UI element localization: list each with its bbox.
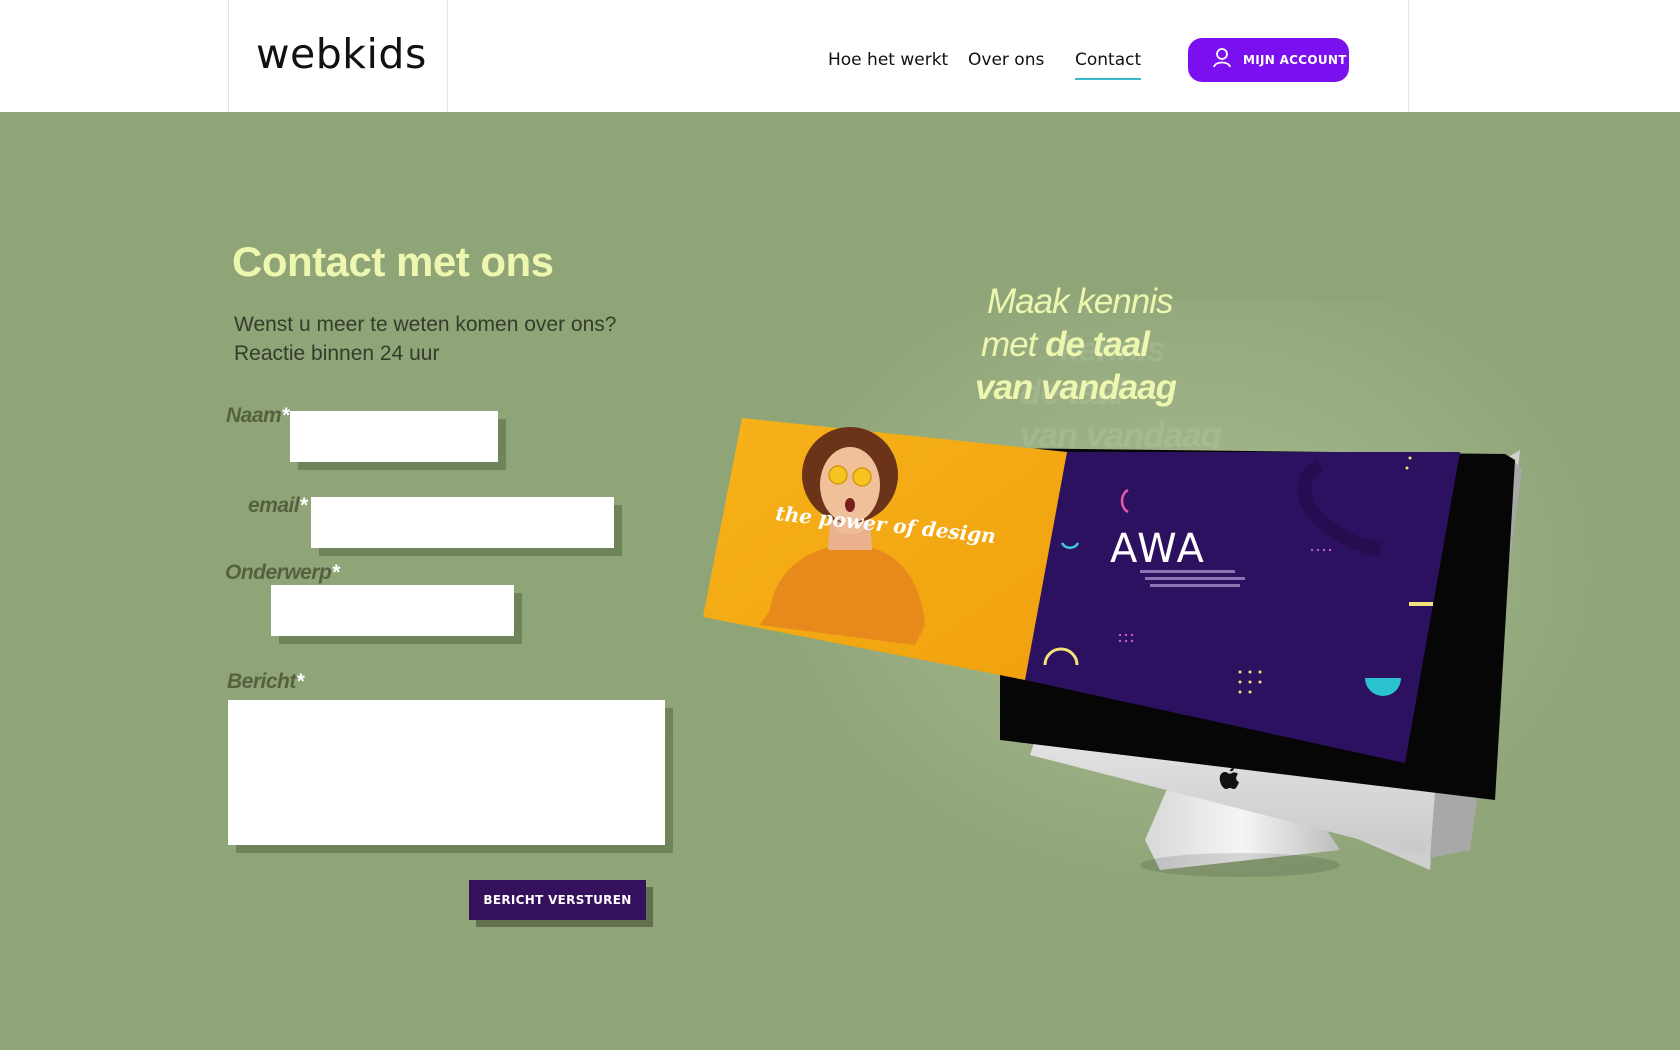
tagline-line-1: Maak kennis — [987, 282, 1173, 321]
email-input[interactable] — [311, 497, 614, 548]
email-label-text: email — [248, 494, 300, 517]
onderwerp-field[interactable] — [271, 585, 522, 644]
naam-field[interactable] — [290, 411, 506, 470]
onderwerp-input[interactable] — [271, 585, 514, 636]
design-slide: the power of design — [703, 418, 1067, 680]
required-marker: * — [281, 404, 289, 427]
naam-label: Naam* — [226, 404, 289, 428]
subtitle-line-2: Reactie binnen 24 uur — [234, 342, 440, 365]
bericht-textarea[interactable] — [228, 700, 665, 845]
email-label: email* — [248, 494, 307, 518]
bericht-label: Bericht* — [227, 670, 304, 694]
required-marker: * — [299, 494, 307, 517]
submit-button-label: BERICHT VERSTUREN — [469, 880, 646, 920]
logo-container[interactable]: webkids — [228, 0, 448, 112]
account-button[interactable]: MIJN ACCOUNT — [1188, 38, 1349, 82]
page-title: Contact met ons — [232, 238, 554, 285]
subtitle-line-1: Wenst u meer te weten komen over ons? — [234, 313, 617, 336]
email-field[interactable] — [311, 497, 622, 556]
bericht-label-text: Bericht — [227, 670, 296, 693]
nav-over-ons[interactable]: Over ons — [968, 50, 1044, 70]
site-header: webkids Hoe het werkt Over ons Contact M… — [0, 0, 1680, 112]
logo[interactable]: webkids — [256, 30, 427, 78]
contact-subtitle: Wenst u meer te weten komen over ons? Re… — [234, 310, 616, 368]
nav-contact[interactable]: Contact — [1075, 50, 1142, 80]
bericht-field[interactable] — [228, 700, 673, 853]
tagline-prefix: met — [981, 325, 1037, 364]
onderwerp-label-text: Onderwerp — [225, 561, 332, 584]
naam-label-text: Naam — [226, 404, 282, 427]
nav-hoe-het-werkt[interactable]: Hoe het werkt — [828, 50, 948, 70]
required-marker: * — [295, 670, 304, 693]
tagline-line-2: met de taal — [975, 323, 1176, 366]
tagline-bold: de taal — [1045, 325, 1150, 364]
account-button-label: MIJN ACCOUNT — [1243, 53, 1347, 67]
onderwerp-label: Onderwerp* — [225, 561, 340, 585]
required-marker: * — [331, 561, 340, 584]
tagline-line-3: van vandaag — [975, 368, 1177, 407]
awa-title: AWA — [1110, 526, 1206, 572]
submit-button[interactable]: BERICHT VERSTUREN — [469, 880, 653, 927]
naam-input[interactable] — [290, 411, 498, 462]
imac-illustration: AWA the power of design — [703, 418, 1522, 877]
header-divider — [1408, 0, 1409, 112]
user-icon — [1213, 48, 1231, 68]
hero-tagline: Maak kennis met de taal van vandaag — [975, 280, 1177, 409]
